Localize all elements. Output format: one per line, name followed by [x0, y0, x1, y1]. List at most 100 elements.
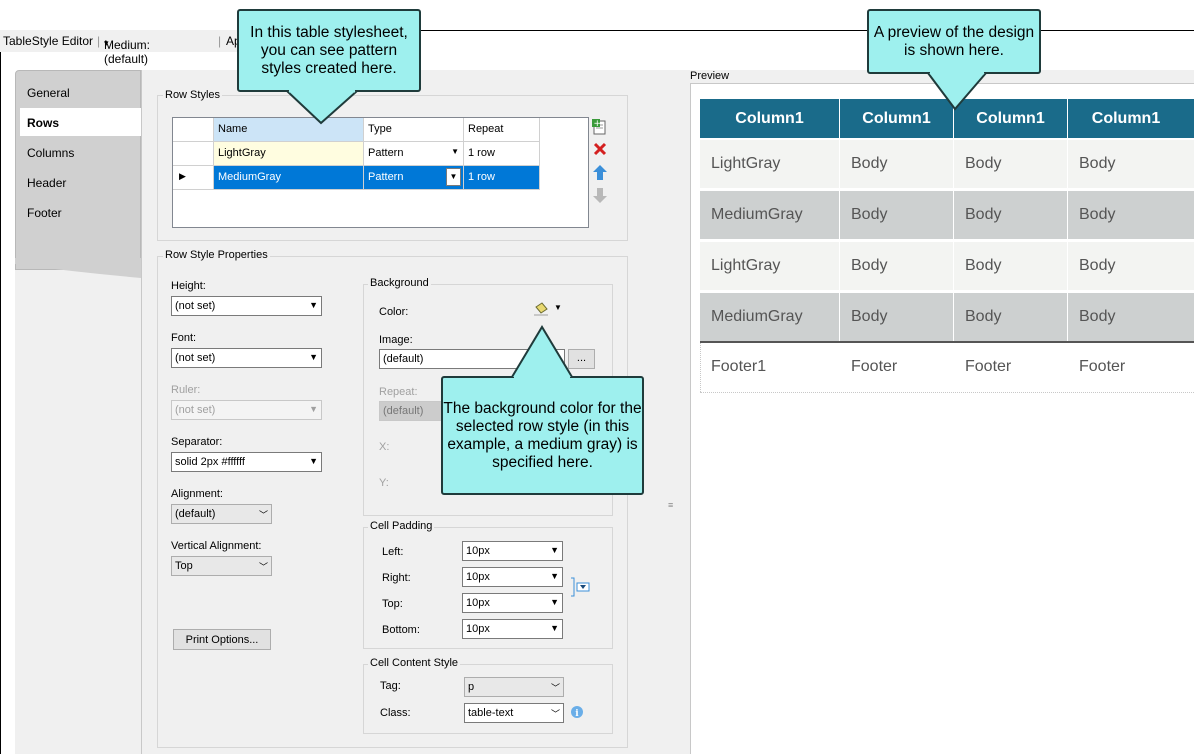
- chevron-down-icon: ▼: [309, 352, 318, 362]
- font-label: Font:: [171, 332, 197, 344]
- tab-general[interactable]: General: [20, 78, 141, 106]
- repeat-dropdown: (default): [379, 401, 449, 421]
- height-dropdown[interactable]: (not set) ▼: [171, 296, 322, 316]
- table-row-repeat[interactable]: 1 row: [464, 142, 540, 166]
- font-dropdown[interactable]: (not set) ▼: [171, 348, 322, 368]
- ruler-dropdown: (not set) ▼: [171, 400, 322, 420]
- row-styles-title: Row Styles: [163, 89, 223, 101]
- height-value: (not set): [175, 300, 216, 312]
- tag-value: p: [468, 681, 475, 693]
- row-styles-grid: Name Type Repeat LightGray Pattern ▼ 1 ro…: [172, 117, 589, 228]
- table-left-border: [700, 343, 701, 392]
- tab-footer[interactable]: Footer: [20, 198, 141, 226]
- chevron-down-icon: ▼: [550, 545, 559, 555]
- preview-body-cell: Body: [954, 293, 1067, 341]
- preview-body-cell-partial: [1184, 293, 1194, 341]
- stylesheet-callout-pointer: [286, 89, 358, 125]
- padding-left-value: 10px: [466, 545, 490, 557]
- preview-body-cell: Body: [954, 242, 1067, 290]
- splitter[interactable]: ≡: [668, 70, 683, 754]
- preview-body-cell-partial: [1184, 140, 1194, 188]
- tab-header[interactable]: Header: [20, 168, 141, 196]
- delete-icon[interactable]: [593, 142, 607, 156]
- preview-body-cell: MediumGray: [700, 191, 839, 239]
- current-row-arrow-icon: ▶: [179, 171, 186, 181]
- vertical-alignment-label: Vertical Alignment:: [171, 540, 262, 552]
- padding-top-dropdown[interactable]: 10px ▼: [462, 593, 563, 613]
- padding-right-dropdown[interactable]: 10px ▼: [462, 567, 563, 587]
- alignment-value: (default): [175, 508, 216, 520]
- tab-columns[interactable]: Columns: [20, 138, 141, 166]
- move-up-icon[interactable]: [593, 165, 607, 181]
- padding-left-dropdown[interactable]: 10px ▼: [462, 541, 563, 561]
- alignment-label: Alignment:: [171, 488, 223, 500]
- toolbar: TableStyle Editor | Medium: (default) ▾ …: [0, 30, 250, 66]
- font-value: (not set): [175, 352, 216, 364]
- alignment-dropdown[interactable]: (default) ﹀: [171, 504, 272, 524]
- tab-rows[interactable]: Rows: [20, 108, 141, 136]
- background-title: Background: [368, 277, 431, 289]
- row-header-cell[interactable]: [173, 142, 214, 166]
- svg-text:+: +: [594, 119, 602, 129]
- add-row-style-icon[interactable]: +: [592, 119, 608, 135]
- x-label: X:: [379, 441, 390, 453]
- padding-right-value: 10px: [466, 571, 490, 583]
- row-style-properties-title: Row Style Properties: [163, 249, 270, 261]
- table-row-repeat[interactable]: 1 row: [464, 166, 540, 190]
- chevron-down-icon[interactable]: ▼: [451, 147, 459, 156]
- preview-body-cell: Body: [840, 191, 953, 239]
- toolbar-separator: |: [97, 34, 101, 48]
- grid-header-repeat[interactable]: Repeat: [464, 118, 540, 142]
- row-header-cell[interactable]: ▶: [173, 166, 214, 190]
- preview-title: Preview: [690, 70, 730, 82]
- vertical-alignment-dropdown[interactable]: Top ﹀: [171, 556, 272, 576]
- table-row-name[interactable]: MediumGray: [214, 166, 364, 190]
- preview-body-cell: Body: [954, 140, 1067, 188]
- color-label: Color:: [379, 306, 409, 318]
- preview-header-cell-partial: [1184, 99, 1194, 138]
- image-label: Image:: [379, 334, 413, 346]
- padding-bottom-dropdown[interactable]: 10px ▼: [462, 619, 563, 639]
- preview-body-cell: LightGray: [700, 140, 839, 188]
- class-value: table-text: [468, 707, 514, 719]
- height-label: Height:: [171, 280, 206, 292]
- toolbar-separator: |: [218, 34, 222, 48]
- print-options-button[interactable]: Print Options...: [173, 629, 271, 650]
- link-padding-icon[interactable]: [570, 576, 592, 598]
- chevron-down-icon: ▼: [550, 571, 559, 581]
- color-picker-button[interactable]: ▼: [533, 302, 563, 318]
- grid-header-type[interactable]: Type: [364, 118, 464, 142]
- ruler-value: (not set): [175, 404, 216, 416]
- table-row-type[interactable]: Pattern ▼: [364, 142, 464, 166]
- chevron-down-icon: ﹀: [550, 683, 560, 693]
- padding-top-value: 10px: [466, 597, 490, 609]
- y-label: Y:: [379, 477, 389, 489]
- tag-dropdown[interactable]: p ﹀: [464, 677, 564, 697]
- separator-dropdown[interactable]: solid 2px #ffffff ▼: [171, 452, 322, 472]
- chevron-down-icon: ▼: [550, 597, 559, 607]
- preview-header-cell: Column1: [700, 99, 839, 138]
- preview-body-cell: LightGray: [700, 242, 839, 290]
- chevron-down-icon: ▼: [554, 303, 562, 312]
- chevron-down-icon: ▼: [309, 456, 318, 466]
- move-down-icon[interactable]: [593, 188, 607, 204]
- class-dropdown[interactable]: table-text ﹀: [464, 703, 564, 723]
- row-type-value: Pattern: [368, 147, 404, 159]
- preview-body-cell: Body: [840, 242, 953, 290]
- chevron-down-icon: ﹀: [258, 562, 268, 572]
- padding-top-label: Top:: [382, 598, 403, 610]
- preview-body-cell: Body: [1068, 293, 1184, 341]
- paint-bucket-icon: [534, 302, 548, 316]
- row-type-value: Pattern: [368, 171, 404, 183]
- table-row-name[interactable]: LightGray: [214, 142, 364, 166]
- svg-text:i: i: [575, 709, 579, 719]
- preview-callout-pointer: [927, 71, 987, 111]
- preview-footer-cell: Footer: [840, 344, 953, 390]
- preview-footer-cell: Footer1: [700, 344, 839, 390]
- table-row-type[interactable]: Pattern ▼: [364, 166, 464, 190]
- editor-title: TableStyle Editor: [3, 34, 94, 48]
- chevron-down-icon[interactable]: ▼: [446, 168, 461, 186]
- preview-body-cell-partial: [1184, 242, 1194, 290]
- info-icon[interactable]: i: [571, 706, 583, 719]
- repeat-label: Repeat:: [379, 386, 418, 398]
